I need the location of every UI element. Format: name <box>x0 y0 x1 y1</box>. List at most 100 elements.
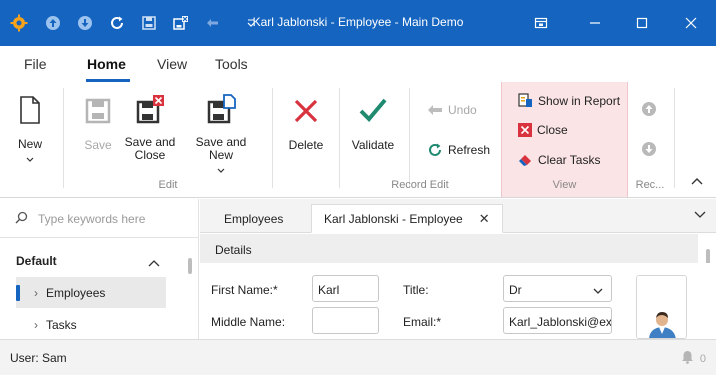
refresh-icon <box>427 142 443 158</box>
next-record-icon[interactable] <box>641 141 657 160</box>
download-icon[interactable] <box>74 12 96 34</box>
ribbon-tabs: File Home View Tools <box>0 46 716 82</box>
collapse-ribbon-icon[interactable] <box>691 174 703 188</box>
chevron-down-icon <box>184 164 258 177</box>
nav-scrollbar[interactable] <box>188 258 192 274</box>
undo-icon <box>427 103 443 117</box>
undo-icon[interactable] <box>202 12 224 34</box>
view-group: Show in Report Close Clear Tasks View <box>501 82 628 197</box>
collapse-group-icon[interactable] <box>148 256 160 270</box>
layout-icon[interactable] <box>524 8 558 38</box>
refresh-label: Refresh <box>448 143 491 157</box>
view-group-label: View <box>552 179 577 191</box>
ribbon-separator <box>63 88 64 188</box>
save-new-icon <box>207 94 236 124</box>
ribbon: New Save Save and Close Save and New Del… <box>0 82 716 198</box>
close-tab-icon[interactable]: ✕ <box>479 211 490 227</box>
refresh-button[interactable]: Refresh <box>427 142 490 158</box>
title-select-value: Dr <box>509 283 522 297</box>
nav-group-default[interactable]: Default <box>16 254 57 268</box>
tabs-dropdown-icon[interactable] <box>694 208 706 222</box>
nav-item-tasks[interactable]: › Tasks <box>16 309 166 340</box>
undo-button[interactable]: Undo <box>427 103 477 117</box>
eraser-icon <box>518 153 533 167</box>
tab-tools[interactable]: Tools <box>215 56 248 72</box>
ribbon-separator <box>674 88 675 188</box>
title-bar: Karl Jablonski - Employee - Main Demo <box>0 0 716 46</box>
employee-photo[interactable] <box>636 275 687 339</box>
selection-marker <box>16 284 20 301</box>
bell-icon <box>681 350 694 367</box>
email-field[interactable]: Karl_Jablonski@exa <box>503 307 612 334</box>
search-icon <box>15 211 28 227</box>
new-button[interactable]: New <box>10 96 50 166</box>
record-edit-group-label: Record Edit <box>391 179 449 191</box>
validate-label: Validate <box>351 138 395 152</box>
save-label: Save <box>84 138 112 152</box>
refresh-icon[interactable] <box>106 12 128 34</box>
customize-dropdown-icon[interactable] <box>240 12 262 34</box>
save-and-new-button[interactable]: Save and New <box>184 94 258 177</box>
delete-button[interactable]: Delete <box>286 98 326 152</box>
notifications-button[interactable]: 0 <box>681 350 706 367</box>
search-box[interactable]: Type keywords here <box>15 211 145 227</box>
nav-item-label: Tasks <box>46 317 77 332</box>
delete-label: Delete <box>288 138 324 152</box>
person-photo-icon <box>637 276 686 338</box>
doc-tab-employees[interactable]: Employees <box>212 204 295 233</box>
ribbon-separator <box>272 88 273 188</box>
details-section-header[interactable]: Details <box>200 234 698 263</box>
chevron-right-icon: › <box>34 317 38 332</box>
title-label: Title: <box>403 283 429 297</box>
show-in-report-button[interactable]: Show in Report <box>518 93 620 108</box>
tab-home[interactable]: Home <box>87 56 126 72</box>
save-close-icon[interactable] <box>170 12 192 34</box>
doc-tab-employee-detail[interactable]: Karl Jablonski - Employee ✕ <box>311 204 503 233</box>
app-gear-icon[interactable] <box>8 12 30 34</box>
first-name-field[interactable]: Karl <box>312 275 379 302</box>
clear-tasks-label: Clear Tasks <box>538 153 601 167</box>
delete-x-icon <box>294 99 318 123</box>
doc-tab-label: Employees <box>224 211 284 226</box>
first-name-label: First Name:* <box>211 283 278 297</box>
save-and-close-button[interactable]: Save and Close <box>122 94 178 162</box>
nav-item-employees[interactable]: › Employees <box>16 277 166 308</box>
save-close-label-2: Close <box>134 148 166 162</box>
close-red-icon <box>518 123 532 137</box>
navigation-panel: Type keywords here Default › Employees ›… <box>0 199 199 339</box>
middle-name-field[interactable] <box>312 307 379 334</box>
notification-count: 0 <box>699 352 706 365</box>
title-select[interactable]: Dr <box>503 275 612 302</box>
validate-button[interactable]: Validate <box>349 96 397 152</box>
close-button[interactable]: Close <box>518 123 568 137</box>
save-button[interactable]: Save <box>78 98 118 152</box>
ribbon-separator <box>339 88 340 188</box>
employee-form: First Name:* Karl Middle Name: Title: Dr… <box>200 263 716 339</box>
save-icon[interactable] <box>138 12 160 34</box>
document-tabs: Employees Karl Jablonski - Employee ✕ <box>200 199 716 233</box>
tab-file[interactable]: File <box>24 56 47 72</box>
status-bar: User: Sam 0 <box>0 339 716 375</box>
tab-view[interactable]: View <box>157 56 187 72</box>
previous-record-icon[interactable] <box>641 101 657 120</box>
close-window-button[interactable] <box>674 8 708 38</box>
middle-name-label: Middle Name: <box>211 315 286 329</box>
search-placeholder: Type keywords here <box>38 212 146 226</box>
save-new-label: Save and New <box>195 135 247 162</box>
undo-label: Undo <box>448 103 477 117</box>
upload-icon[interactable] <box>42 12 64 34</box>
close-label: Close <box>537 123 568 137</box>
chevron-right-icon: › <box>34 285 38 300</box>
email-label: Email:* <box>403 315 442 329</box>
chevron-down-icon <box>10 153 50 166</box>
minimize-button[interactable] <box>578 8 612 38</box>
records-group-label: Rec... <box>635 179 665 191</box>
maximize-button[interactable] <box>625 8 659 38</box>
new-document-icon <box>20 96 40 124</box>
save-close-icon <box>136 95 164 124</box>
edit-group-label: Edit <box>158 179 178 191</box>
clear-tasks-button[interactable]: Clear Tasks <box>518 153 600 167</box>
chevron-down-icon <box>593 284 603 298</box>
nav-item-label: Employees <box>46 285 106 300</box>
checkmark-icon <box>359 98 387 122</box>
